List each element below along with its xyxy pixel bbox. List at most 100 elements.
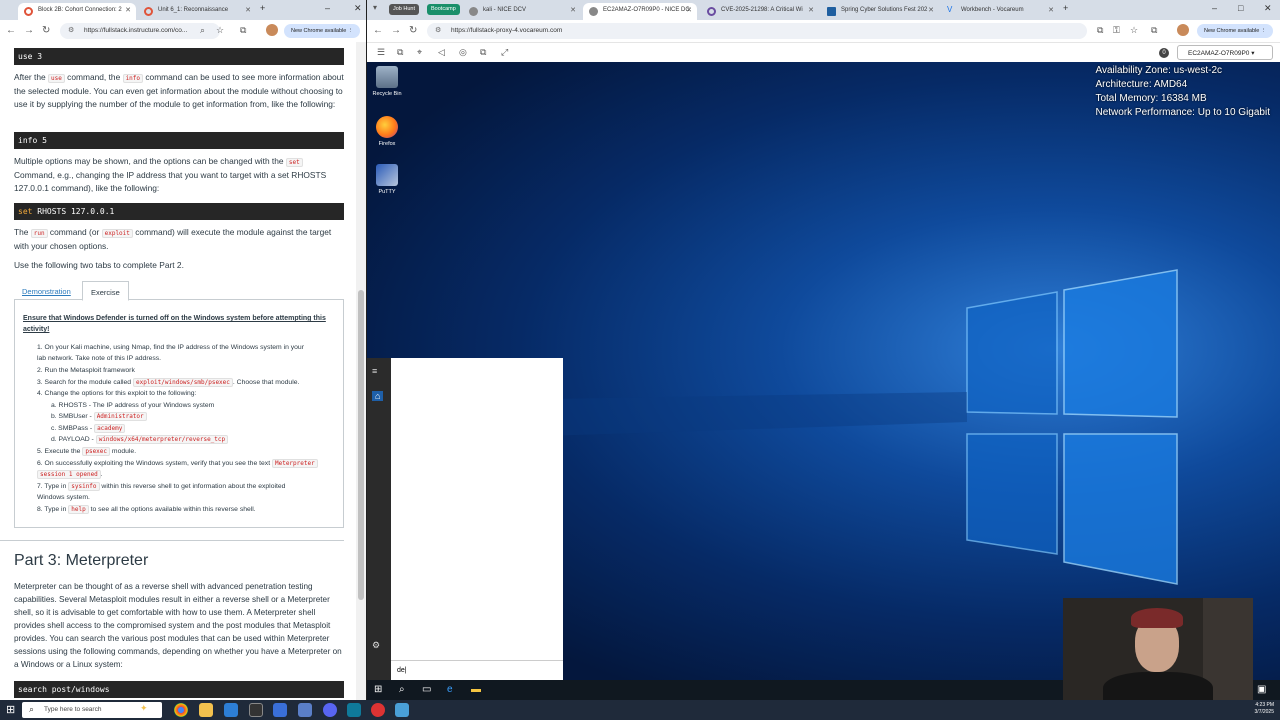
app-icon[interactable] — [298, 703, 312, 717]
password-icon[interactable]: ⚿ — [1113, 25, 1120, 36]
minimize-icon[interactable]: – — [1212, 3, 1217, 13]
close-tab-icon[interactable]: ✕ — [686, 6, 692, 14]
dcv-toolbar: ☰ ⧉ ⌖ ◁ ◎ ⧉ ⤢ 0 EC2AMAZ-O7R09P0 ▾ — [367, 42, 1280, 62]
right-browser-window: ▾ Job Hunt Bootcamp kali - NICE DCV ✕ EC… — [367, 0, 1280, 700]
minimize-icon[interactable]: – — [325, 3, 330, 13]
vscode-icon[interactable] — [224, 703, 238, 717]
install-icon[interactable]: ⧉ — [1097, 25, 1103, 36]
bookmark-icon[interactable]: ☆ — [1130, 25, 1138, 36]
maximize-icon[interactable]: □ — [1238, 3, 1243, 13]
site-info-icon[interactable]: ⚙ — [68, 26, 74, 34]
settings-icon[interactable]: ⚙ — [372, 640, 380, 651]
system-clock[interactable]: 4:23 PM 3/7/2025 — [1255, 702, 1274, 716]
terminal-icon[interactable] — [249, 703, 263, 717]
audio-icon[interactable]: ◁ — [438, 47, 445, 58]
url-field[interactable]: ⚙ https://fullstack.instructure.com/co..… — [60, 23, 220, 39]
windows-start-icon[interactable]: ⊞ — [6, 703, 15, 716]
desktop-icon-firefox[interactable]: Firefox — [367, 116, 407, 147]
recorder-icon[interactable] — [371, 703, 385, 717]
putty-icon[interactable] — [395, 703, 409, 717]
vocareum-icon: V — [947, 5, 953, 14]
remote-search-input[interactable]: de| — [391, 660, 563, 680]
desktop-icon-recycle-bin[interactable]: Recycle Bin — [367, 66, 407, 97]
hamburger-menu-icon[interactable]: ≡ — [372, 366, 377, 376]
tab-cve[interactable]: CVE-2025-21298: A Critical Wi ✕ — [701, 3, 819, 20]
copy-icon[interactable]: ⧉ — [397, 47, 403, 58]
close-tab-icon[interactable]: ✕ — [125, 6, 131, 14]
reload-icon[interactable]: ↻ — [42, 25, 50, 36]
scrollbar-thumb[interactable] — [358, 290, 364, 600]
tab-ec2-dcv[interactable]: EC2AMAZ-O7R09P0 - NICE DC ✕ — [583, 3, 697, 20]
chrome-icon[interactable] — [174, 703, 188, 717]
azure-icon[interactable] — [273, 703, 287, 717]
webcam-overlay — [1063, 598, 1253, 708]
dcv-icon — [469, 7, 478, 16]
windows-start-icon[interactable]: ⊞ — [374, 684, 382, 695]
forward-icon[interactable]: → — [391, 25, 401, 36]
discord-icon[interactable] — [323, 703, 337, 717]
chrome-update-button[interactable]: New Chrome available ⋮ — [284, 24, 361, 38]
back-icon[interactable]: ← — [373, 25, 383, 36]
canvas-icon — [144, 7, 153, 16]
close-tab-icon[interactable]: ✕ — [808, 6, 814, 14]
tab-vocareum[interactable]: V Workbench - Vocareum ✕ — [941, 3, 1059, 20]
step-4a: a. RHOSTS - The IP address of your Windo… — [51, 402, 215, 409]
tab-reconnaissance[interactable]: Unit 6_1: Reconnaissance ✕ — [138, 3, 256, 20]
extensions-icon[interactable]: ⧉ — [240, 25, 246, 36]
close-tab-icon[interactable]: ✕ — [245, 6, 251, 14]
tab-group-job-hunt[interactable]: Job Hunt — [389, 4, 420, 15]
linkedin-icon — [827, 7, 836, 16]
tab-exercise[interactable]: Exercise — [82, 281, 129, 301]
windows-search-panel: ≡ ⌂ ⚙ de| — [367, 358, 563, 680]
edge-icon[interactable]: e — [447, 684, 453, 695]
profile-avatar[interactable] — [1177, 24, 1189, 36]
tab-cohort-connection[interactable]: Block 2B: Cohort Connection: 2 ✕ — [18, 3, 136, 20]
search-icon: ⌕ — [29, 704, 35, 714]
reload-icon[interactable]: ↻ — [409, 25, 417, 36]
tab-group-bootcamp[interactable]: Bootcamp — [427, 4, 460, 15]
copilot-icon[interactable]: ✦ — [140, 703, 148, 714]
store-icon[interactable] — [347, 703, 361, 717]
home-icon[interactable]: ⌂ — [372, 391, 384, 401]
bookmark-icon[interactable]: ☆ — [216, 25, 224, 36]
notifications-icon[interactable]: ▣ — [1257, 684, 1266, 695]
site-info-icon[interactable]: ⚙ — [435, 26, 441, 34]
remote-search-icon[interactable]: ⌕ — [399, 684, 405, 695]
file-explorer-icon[interactable]: ▬ — [471, 684, 481, 695]
url-field[interactable]: ⚙ https://fullstack-proxy-4.vocareum.com — [427, 23, 1087, 39]
forward-icon[interactable]: → — [24, 25, 34, 36]
step-2: 2. Run the Metasploit framework — [37, 367, 135, 374]
back-icon[interactable]: ← — [6, 25, 16, 36]
step-4: 4. Change the options for this exploit t… — [37, 390, 197, 397]
close-tab-icon[interactable]: ✕ — [1048, 6, 1054, 14]
display-icon[interactable]: ⧉ — [480, 47, 486, 58]
new-tab-icon[interactable]: + — [1063, 3, 1068, 13]
search-icon[interactable]: ⌕ — [200, 25, 205, 36]
desktop-icon-putty[interactable]: PuTTY — [367, 164, 407, 195]
address-bar: ← → ↻ ⚙ https://fullstack.instructure.co… — [0, 20, 366, 42]
course-page: use 3 After the use command, the info co… — [0, 42, 366, 700]
page-scrollbar[interactable] — [356, 42, 366, 700]
tab-spring-cyber[interactable]: Spring Cyber Solutions Fest 202 ✕ — [821, 3, 939, 20]
session-selector[interactable]: EC2AMAZ-O7R09P0 ▾ — [1177, 45, 1273, 60]
profile-avatar[interactable] — [266, 24, 278, 36]
mic-icon[interactable]: ◎ — [459, 47, 467, 58]
new-tab-icon[interactable]: + — [260, 3, 265, 13]
task-view-icon[interactable]: ▭ — [422, 684, 431, 695]
close-window-icon[interactable]: ✕ — [1264, 3, 1272, 14]
menu-icon[interactable]: ☰ — [377, 47, 385, 58]
close-tab-icon[interactable]: ✕ — [928, 6, 934, 14]
pointer-icon[interactable]: ⌖ — [417, 47, 422, 58]
tab-demonstration[interactable]: Demonstration — [14, 281, 79, 301]
close-window-icon[interactable]: ✕ — [354, 3, 362, 14]
close-tab-icon[interactable]: ✕ — [570, 6, 576, 14]
search-results-area — [391, 358, 563, 680]
fullscreen-icon[interactable]: ⤢ — [501, 47, 508, 58]
code-block-info: info 5 — [14, 132, 344, 149]
chrome-update-button[interactable]: New Chrome available ⋮ — [1197, 24, 1274, 38]
tab-kali-dcv[interactable]: kali - NICE DCV ✕ — [463, 3, 581, 20]
extensions-icon[interactable]: ⧉ — [1151, 25, 1157, 36]
tab-search-icon[interactable]: ▾ — [373, 3, 377, 12]
exercise-panel: Ensure that Windows Defender is turned o… — [14, 300, 344, 528]
file-explorer-icon[interactable] — [199, 703, 213, 717]
